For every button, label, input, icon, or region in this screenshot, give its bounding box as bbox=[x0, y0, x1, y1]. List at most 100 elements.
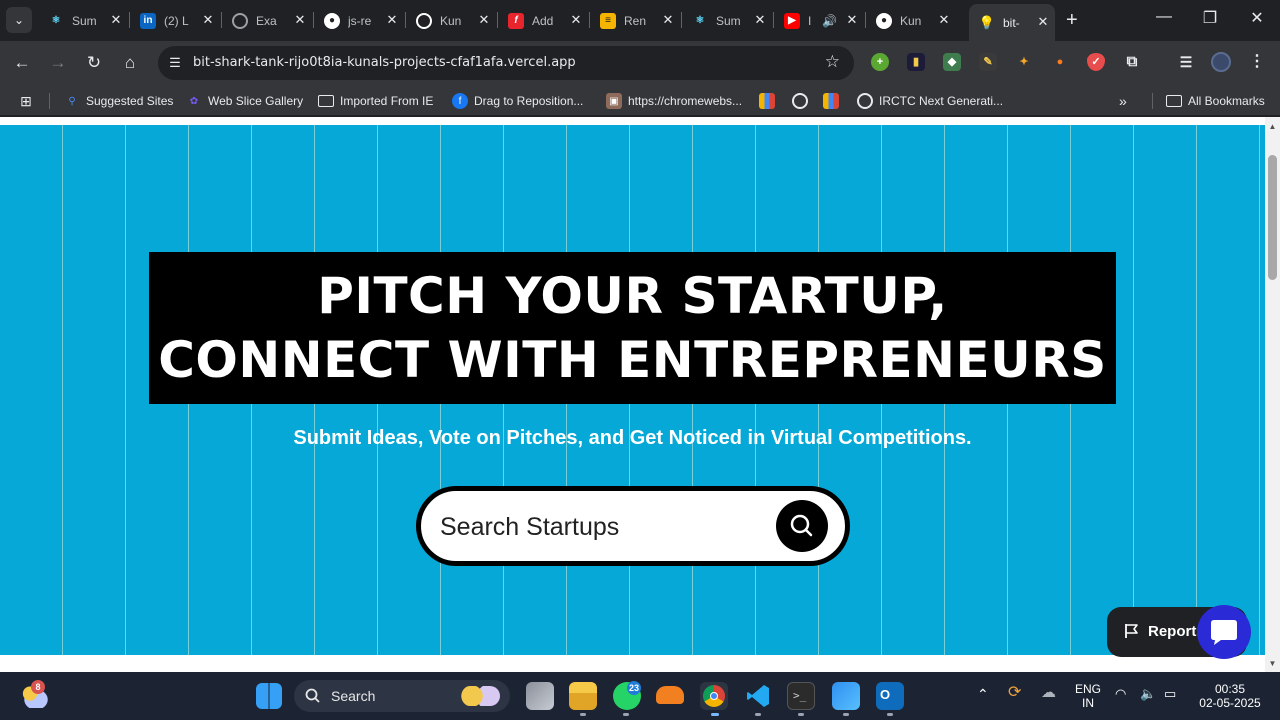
close-tab-icon[interactable]: ✕ bbox=[476, 12, 492, 28]
close-tab-icon[interactable]: ✕ bbox=[384, 12, 400, 28]
extension-add-icon[interactable]: + bbox=[871, 53, 889, 71]
tab-title: I bbox=[808, 13, 812, 28]
extension-chart-icon[interactable]: ▮ bbox=[907, 53, 925, 71]
extension-puzzle-icon[interactable]: ◆ bbox=[943, 53, 961, 71]
windows-start-icon[interactable] bbox=[256, 683, 282, 709]
apps-button[interactable]: ⊞ bbox=[18, 92, 40, 110]
tab[interactable]: Kun ✕ bbox=[406, 6, 496, 35]
address-bar[interactable]: ☰ bit-shark-tank-rijo0t8ia-kunals-projec… bbox=[158, 46, 854, 80]
outlook-icon[interactable]: O bbox=[876, 682, 904, 710]
onedrive-icon[interactable]: ☁ bbox=[1041, 685, 1056, 700]
close-tab-icon[interactable]: ✕ bbox=[200, 12, 216, 28]
headline-line-2: CONNECT WITH ENTREPRENEURS bbox=[158, 331, 1107, 389]
minimize-button[interactable]: — bbox=[1152, 8, 1176, 26]
site-info-icon[interactable]: ☰ bbox=[166, 54, 184, 72]
chat-widget-button[interactable] bbox=[1197, 605, 1251, 659]
tab-search-button[interactable]: ⌄ bbox=[6, 7, 32, 33]
profile-avatar[interactable] bbox=[1211, 52, 1231, 72]
chevron-up-icon: ⌃ bbox=[977, 686, 989, 702]
vscode-icon[interactable] bbox=[744, 682, 772, 710]
headline-box: PITCH YOUR STARTUP, CONNECT WITH ENTREPR… bbox=[149, 252, 1116, 404]
close-tab-icon[interactable]: ✕ bbox=[568, 12, 584, 28]
scrollbar-thumb[interactable] bbox=[1268, 155, 1277, 280]
bookmark-web-slice-gallery[interactable]: ✿ Web Slice Gallery bbox=[186, 92, 303, 110]
bookmark-star-icon[interactable]: ☆ bbox=[825, 52, 840, 72]
bookmark-chart[interactable] bbox=[759, 92, 781, 110]
bookmark-chart-2[interactable] bbox=[823, 92, 845, 110]
cloudflare-icon[interactable] bbox=[656, 686, 684, 704]
bar-chart-icon bbox=[759, 93, 775, 109]
close-tab-icon[interactable]: ✕ bbox=[292, 12, 308, 28]
bookmark-globe[interactable] bbox=[792, 92, 814, 110]
bookmark-imported-from-ie[interactable]: Imported From IE bbox=[318, 92, 433, 110]
tab-title: Ren bbox=[624, 13, 647, 28]
photos-icon[interactable] bbox=[832, 682, 860, 710]
extensions-icon[interactable]: ⧉ bbox=[1123, 53, 1141, 71]
sync-icon[interactable]: ⟳ bbox=[1008, 685, 1021, 701]
tab[interactable]: ● Kun ✕ bbox=[866, 6, 956, 35]
scroll-down-arrow[interactable]: ▼ bbox=[1266, 659, 1279, 671]
menu-kebab-icon[interactable]: ⋮ bbox=[1248, 53, 1266, 71]
tab[interactable]: ⚛ Sum ✕ bbox=[682, 6, 772, 35]
bookmark-label: IRCTC Next Generati... bbox=[879, 94, 1004, 108]
tab[interactable]: in (2) L ✕ bbox=[130, 6, 220, 35]
bookmarks-separator bbox=[49, 93, 50, 109]
all-bookmarks[interactable]: All Bookmarks bbox=[1166, 92, 1265, 110]
close-tab-icon[interactable]: ✕ bbox=[108, 12, 124, 28]
extension-pen-icon[interactable]: ✎ bbox=[979, 53, 997, 71]
extension-flame-icon[interactable]: ✦ bbox=[1015, 53, 1033, 71]
forward-button[interactable]: → bbox=[46, 51, 70, 75]
close-tab-icon[interactable]: ✕ bbox=[936, 12, 952, 28]
task-view-icon[interactable] bbox=[526, 682, 554, 710]
reload-button[interactable]: ↻ bbox=[82, 51, 106, 75]
tab-title: Kun bbox=[900, 13, 922, 28]
extension-shield-icon[interactable]: ✓ bbox=[1087, 53, 1105, 71]
restore-button[interactable]: ❐ bbox=[1198, 8, 1222, 28]
bookmark-suggested-sites[interactable]: ⚲ Suggested Sites bbox=[64, 92, 173, 110]
show-hidden-icons-button[interactable]: ⌃ bbox=[977, 687, 989, 701]
bookmark-irctc[interactable]: IRCTC Next Generati... bbox=[857, 92, 1003, 110]
tab[interactable]: ▶ I 🔊 ✕ bbox=[774, 6, 864, 35]
reload-icon: ↻ bbox=[86, 53, 102, 72]
file-explorer-icon[interactable] bbox=[569, 682, 597, 710]
language-indicator[interactable]: ENG IN bbox=[1071, 682, 1105, 710]
close-tab-icon[interactable]: ✕ bbox=[1035, 14, 1051, 30]
url-text[interactable]: bit-shark-tank-rijo0t8ia-kunals-projects… bbox=[193, 55, 576, 70]
search-icon: ⚲ bbox=[68, 95, 76, 107]
clock[interactable]: 00:35 02-05-2025 bbox=[1196, 682, 1264, 710]
battery-icon[interactable]: ▭ bbox=[1164, 687, 1176, 701]
search-button[interactable] bbox=[776, 500, 828, 552]
globe-icon bbox=[232, 12, 248, 29]
facebook-icon: f bbox=[452, 93, 468, 109]
search-input[interactable]: Search Startups bbox=[440, 513, 619, 542]
audio-playing-icon[interactable]: 🔊 bbox=[822, 14, 837, 28]
tab-active[interactable]: 💡 bit- ✕ bbox=[969, 4, 1055, 41]
tab[interactable]: ≡ Ren ✕ bbox=[590, 6, 680, 35]
reading-list-icon[interactable]: ☰ bbox=[1177, 53, 1195, 71]
chrome-taskbar-button[interactable] bbox=[700, 682, 728, 710]
terminal-icon[interactable]: >_ bbox=[787, 682, 815, 710]
startup-search-bar[interactable]: Search Startups bbox=[416, 486, 850, 566]
home-button[interactable]: ⌂ bbox=[118, 51, 142, 75]
clock-time: 00:35 bbox=[1214, 682, 1246, 696]
tab[interactable]: ⚛ Sum ✕ bbox=[38, 6, 128, 35]
close-window-button[interactable]: ✕ bbox=[1245, 8, 1269, 28]
taskbar-search[interactable]: Search bbox=[294, 680, 510, 712]
tab[interactable]: ● js-re ✕ bbox=[314, 6, 404, 35]
bookmark-drag-to-reposition[interactable]: f Drag to Reposition... bbox=[452, 92, 583, 110]
bookmark-chromewebstore[interactable]: ▣ https://chromewebs... bbox=[606, 92, 742, 110]
close-tab-icon[interactable]: ✕ bbox=[660, 12, 676, 28]
extension-circle-icon[interactable]: ● bbox=[1051, 53, 1069, 71]
arrow-right-icon: → bbox=[49, 53, 67, 72]
volume-icon[interactable]: 🔈 bbox=[1140, 687, 1156, 701]
new-tab-button[interactable]: + bbox=[1066, 10, 1078, 30]
close-tab-icon[interactable]: ✕ bbox=[844, 12, 860, 28]
globe-icon bbox=[857, 93, 873, 109]
more-bookmarks-button[interactable]: » bbox=[1119, 92, 1127, 110]
back-button[interactable]: ← bbox=[10, 51, 34, 75]
tab[interactable]: Exa ✕ bbox=[222, 6, 312, 35]
scroll-up-arrow[interactable]: ▲ bbox=[1266, 122, 1279, 134]
wifi-icon[interactable]: ◠ bbox=[1115, 687, 1126, 701]
close-tab-icon[interactable]: ✕ bbox=[752, 12, 768, 28]
tab[interactable]: f Add ✕ bbox=[498, 6, 588, 35]
